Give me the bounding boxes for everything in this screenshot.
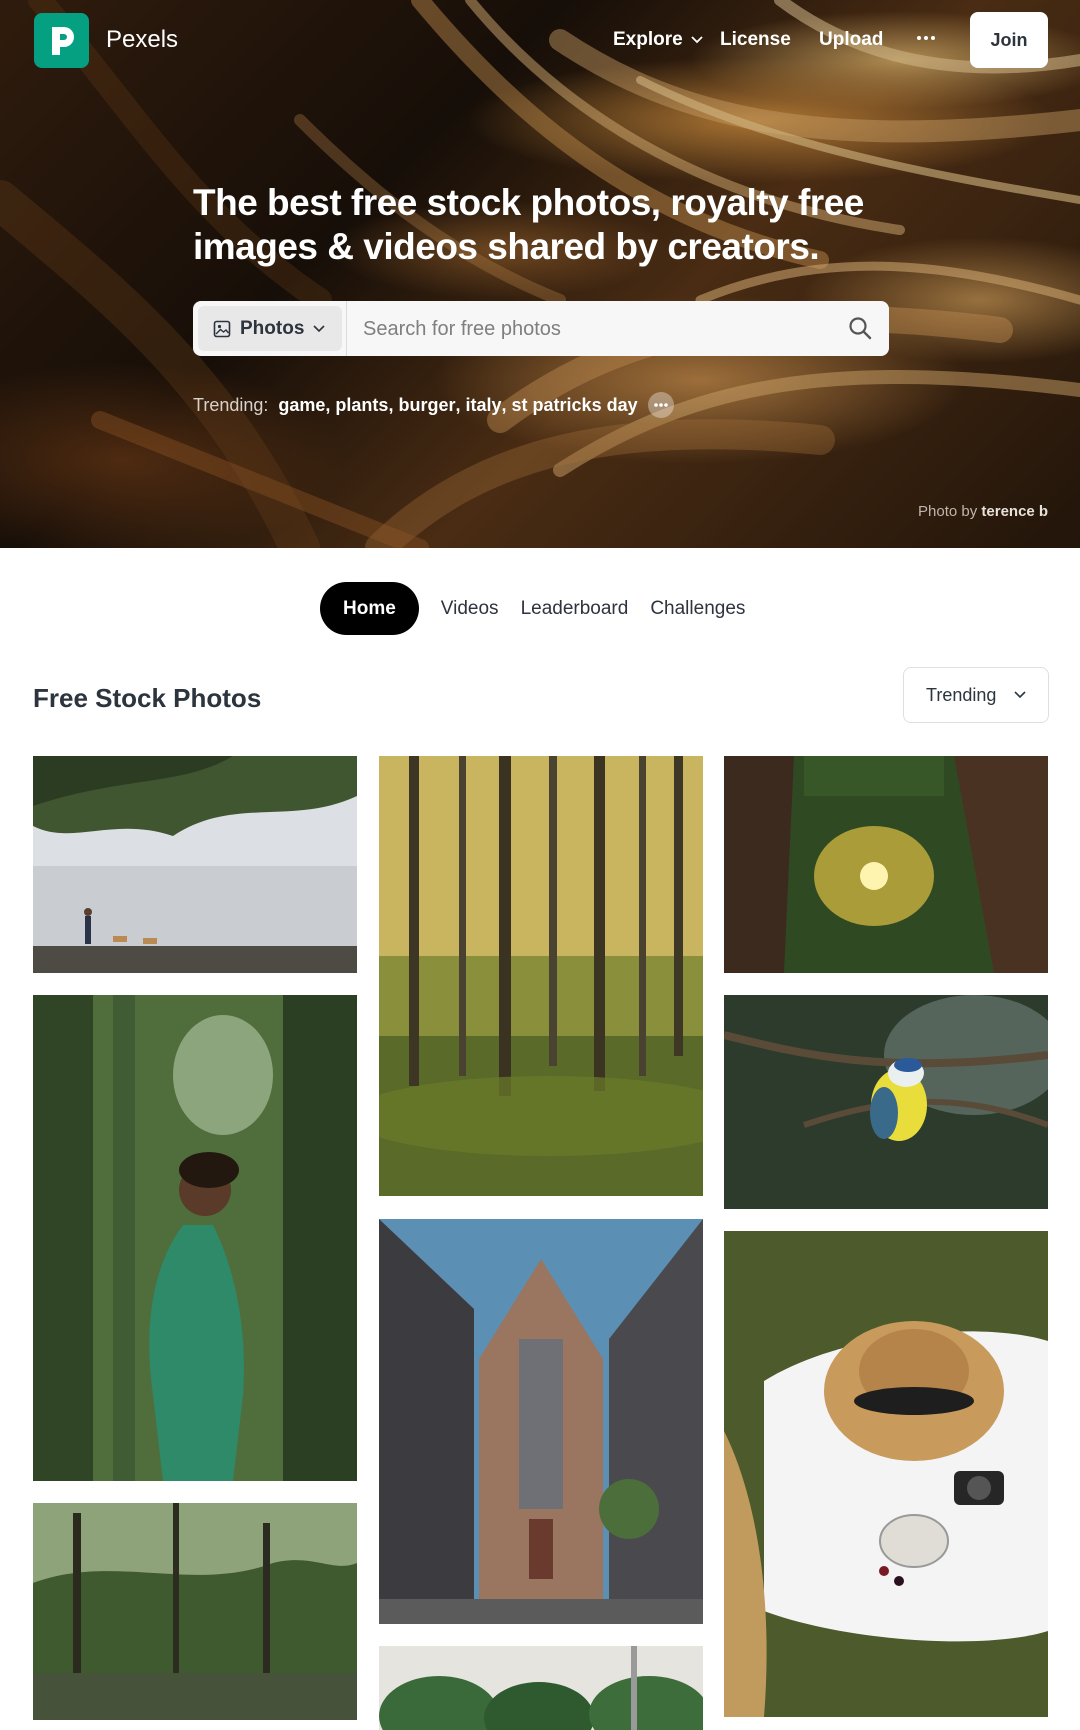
more-options-icon[interactable] bbox=[914, 26, 938, 50]
photo-tile-autumn-forest[interactable] bbox=[379, 756, 703, 1196]
photo-tile-trees-park[interactable] bbox=[379, 1646, 703, 1730]
photo-tile-blue-tit-bird[interactable] bbox=[724, 995, 1048, 1209]
trending-tag[interactable]: burger bbox=[398, 395, 455, 416]
photo-tile-woman-forest[interactable] bbox=[33, 995, 357, 1481]
pexels-logo-icon bbox=[51, 26, 74, 55]
nav-explore[interactable]: Explore bbox=[613, 29, 703, 51]
image-icon bbox=[213, 320, 231, 337]
hero-headline: The best free stock photos, royalty free… bbox=[193, 182, 864, 267]
tab-challenges[interactable]: Challenges bbox=[639, 582, 756, 635]
join-button[interactable]: Join bbox=[970, 12, 1048, 68]
search-type-label: Photos bbox=[240, 317, 305, 339]
photo-tile-picnic-hat[interactable] bbox=[724, 1231, 1048, 1717]
photo-tile-beach-dogs[interactable] bbox=[33, 756, 357, 973]
photo-credit-author[interactable]: terence b bbox=[981, 503, 1048, 520]
brand-name[interactable]: Pexels bbox=[106, 26, 178, 54]
nav-license[interactable]: License bbox=[720, 29, 791, 51]
trending-tag[interactable]: game bbox=[278, 395, 325, 416]
trending-tag[interactable]: italy bbox=[465, 395, 501, 416]
photo-tile-redwoods[interactable] bbox=[724, 756, 1048, 973]
nav-upload[interactable]: Upload bbox=[819, 29, 883, 51]
tab-videos[interactable]: Videos bbox=[430, 582, 510, 635]
search-bar: Photos bbox=[193, 301, 889, 356]
chevron-down-icon bbox=[1014, 691, 1026, 699]
chevron-down-icon bbox=[313, 324, 325, 332]
tab-home[interactable]: Home bbox=[320, 582, 419, 635]
nav-explore-label: Explore bbox=[613, 29, 683, 50]
search-type-dropdown[interactable]: Photos bbox=[198, 306, 342, 351]
photo-credit[interactable]: Photo by terence b bbox=[918, 503, 1048, 520]
sort-dropdown-label: Trending bbox=[926, 684, 997, 705]
photo-credit-prefix: Photo by bbox=[918, 503, 978, 520]
photo-tile-church[interactable] bbox=[379, 1219, 703, 1624]
photo-tile-forest-swamp[interactable] bbox=[33, 1503, 357, 1720]
top-nav: Pexels Explore License Upload Join bbox=[0, 0, 1080, 80]
trending-label: Trending: bbox=[193, 394, 269, 415]
more-trending-icon[interactable] bbox=[647, 392, 674, 418]
search-divider bbox=[346, 301, 347, 356]
hero-banner: Pexels Explore License Upload Join The b… bbox=[0, 0, 1080, 548]
chevron-down-icon bbox=[691, 36, 703, 44]
search-input[interactable] bbox=[363, 309, 823, 349]
search-icon[interactable] bbox=[847, 315, 873, 341]
section-title: Free Stock Photos bbox=[33, 683, 262, 713]
content-tabs: Home Videos Leaderboard Challenges bbox=[320, 582, 756, 635]
sort-dropdown[interactable]: Trending bbox=[903, 667, 1049, 723]
trending-tag[interactable]: st patricks day bbox=[512, 395, 638, 416]
tab-leaderboard[interactable]: Leaderboard bbox=[510, 582, 640, 635]
hero-overlay bbox=[0, 0, 1080, 548]
trending-tag[interactable]: plants bbox=[335, 395, 388, 416]
pexels-logo[interactable] bbox=[34, 13, 89, 68]
trending-searches: Trending: game, plants, burger, italy, s… bbox=[193, 392, 674, 418]
